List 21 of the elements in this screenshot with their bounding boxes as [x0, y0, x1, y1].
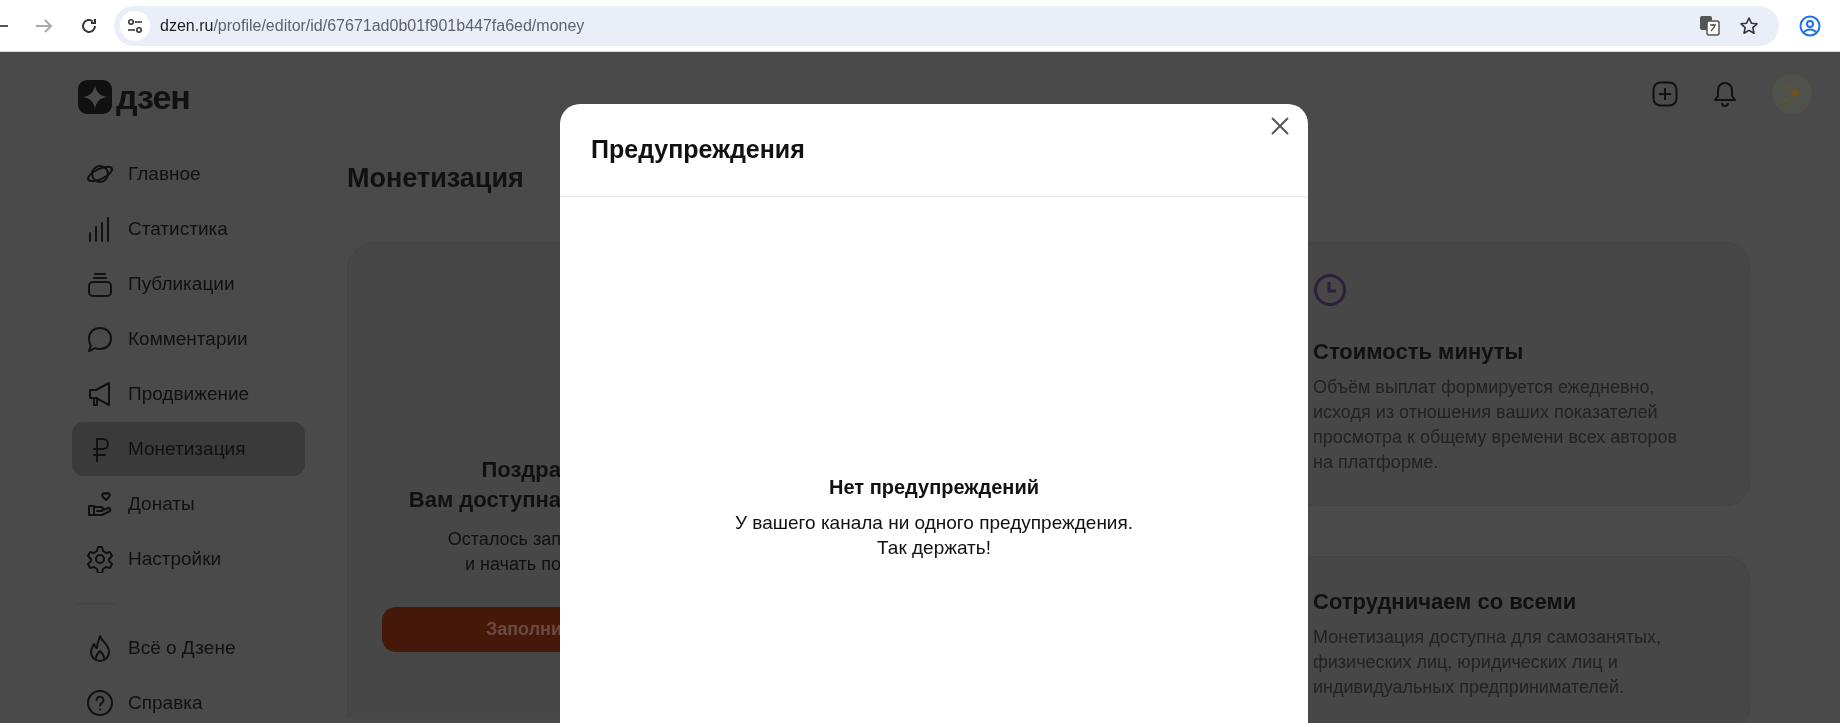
speech-bubble-icon — [86, 325, 114, 353]
stack-icon — [86, 270, 114, 298]
url-text: dzen.ru/profile/editor/id/67671ad0b01f901b447fa6ed/money — [160, 15, 586, 36]
page-title: Монетизация — [347, 165, 524, 192]
clock-icon — [1313, 273, 1347, 307]
address-bar[interactable]: dzen.ru/profile/editor/id/67671ad0b01f901b447fa6ed/money — [114, 5, 1779, 46]
bookmark-star-icon[interactable] — [1739, 15, 1759, 36]
help-icon — [86, 689, 114, 717]
logo[interactable]: дзен — [78, 80, 190, 114]
hand-heart-icon — [86, 490, 114, 518]
close-icon[interactable] — [1270, 116, 1290, 136]
gear-icon — [86, 545, 114, 573]
empty-state-text: У вашего канала ни одного предупреждения. Так держать! — [733, 511, 1135, 560]
tune-icon — [127, 18, 143, 33]
translate-icon[interactable] — [1699, 14, 1721, 37]
site-settings-button[interactable] — [120, 10, 150, 41]
profile-icon[interactable] — [1799, 14, 1821, 37]
empty-state-title: Нет предупреждений — [829, 475, 1039, 500]
modal-title: Предупреждения — [591, 134, 805, 166]
translate-icon — [1700, 15, 1720, 36]
logo-mark-icon — [78, 80, 112, 114]
